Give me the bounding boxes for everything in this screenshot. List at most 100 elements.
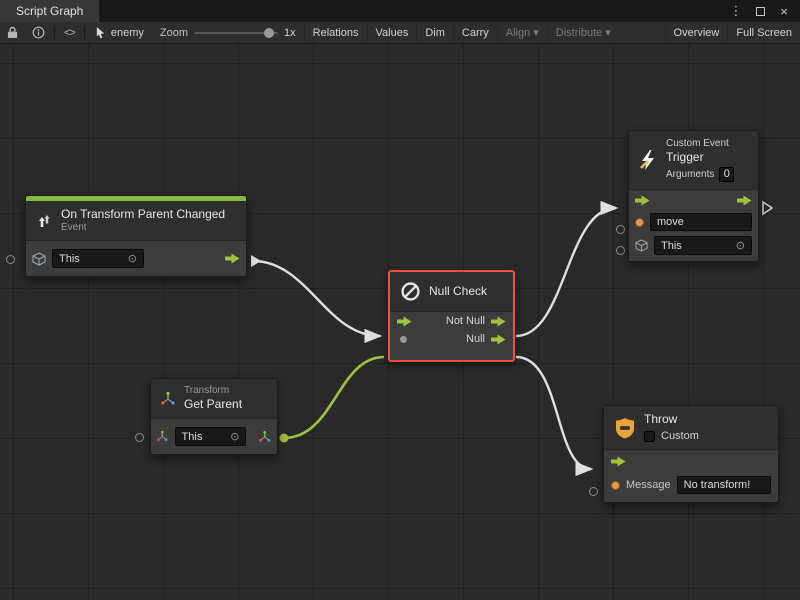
custom-checkbox[interactable] [644,431,655,442]
target-value: This [59,253,80,265]
overview-button[interactable]: Overview [665,22,728,43]
node-get-parent[interactable]: Transform Get Parent This ⊙ [150,378,278,455]
getparent-target-dropdown[interactable]: This ⊙ [175,427,247,446]
flow-input-arrow[interactable] [397,316,412,327]
flow-output-arrow[interactable] [737,195,752,206]
transform-icon [160,391,176,407]
node-category: Custom Event [666,138,734,150]
maximize-icon[interactable] [750,2,770,20]
graph-name-label: enemy [111,27,144,39]
event-target-port[interactable] [6,255,15,264]
dim-button[interactable]: Dim [416,22,453,43]
zoom-label: Zoom [160,27,188,39]
align-label: Align [506,27,530,39]
menu-icon[interactable]: ⋮ [726,2,746,20]
node-header: Custom Event Trigger Arguments 0 [629,131,758,190]
node-title: Trigger [666,150,734,165]
toolbar: <> enemy Zoom 1x Relations Values Dim Ca… [0,22,800,44]
tab-script-graph[interactable]: Script Graph [0,0,99,22]
distribute-button[interactable]: Distribute ▾ [547,22,619,43]
message-field[interactable]: No transform! [677,476,771,494]
object-picker-icon: ⊙ [736,239,745,252]
customevent-target-port[interactable] [616,246,625,255]
arguments-label: Arguments [666,169,714,181]
null-output-arrow[interactable] [491,334,506,345]
message-value: No transform! [684,479,751,491]
edit-source-icon[interactable]: <> [57,22,82,43]
node-body: This ⊙ [26,241,246,276]
name-input-port[interactable] [635,218,644,227]
node-on-transform-parent-changed[interactable]: On Transform Parent Changed Event This ⊙ [25,195,247,277]
window-controls: ⋮ × [726,0,800,22]
node-title: Get Parent [184,397,242,412]
tab-title: Script Graph [16,4,83,18]
wire-notnull-to-customevent [516,208,616,336]
carry-button[interactable]: Carry [453,22,497,43]
transform-type-icon[interactable] [156,430,169,443]
close-icon[interactable]: × [774,2,794,20]
node-body: move This ⊙ [629,190,758,261]
graph-name[interactable]: enemy [87,26,152,39]
flow-input-arrow[interactable] [611,456,626,467]
null-label: Null [466,333,485,345]
message-input-port[interactable] [611,481,620,490]
transform-output-icon[interactable] [258,430,272,444]
toolbar-separator [54,26,55,40]
node-throw[interactable]: Throw Custom Message No transform! [603,405,779,503]
customevent-name-port[interactable] [616,225,625,234]
zoom-slider[interactable] [194,32,278,34]
arguments-value[interactable]: 0 [719,167,734,182]
node-header: Null Check [390,272,513,312]
values-button[interactable]: Values [367,22,417,43]
align-button[interactable]: Align ▾ [497,22,547,43]
zoom-slider-handle[interactable] [264,28,274,38]
chevron-down-icon: ▾ [605,26,611,39]
node-null-check[interactable]: Null Check Not Null Null [388,270,515,362]
target-value: This [182,431,203,443]
event-name-value: move [657,216,684,228]
zoom-value: 1x [284,27,296,39]
relations-button[interactable]: Relations [304,22,367,43]
node-body: Message No transform! [604,450,778,502]
lock-icon[interactable] [0,22,25,43]
throw-message-port[interactable] [589,487,598,496]
node-title: Throw [644,412,699,427]
zoom-control: Zoom 1x [152,27,304,39]
node-title: Null Check [429,284,487,299]
distribute-label: Distribute [556,27,602,39]
cube-icon [635,239,648,252]
graph-canvas[interactable]: On Transform Parent Changed Event This ⊙ [0,44,800,600]
titlebar: Script Graph ⋮ × [0,0,800,22]
info-icon[interactable] [25,22,52,43]
throw-icon [614,417,636,439]
value-input-port[interactable] [400,336,407,343]
wire-green-start-dot [280,434,289,443]
node-category: Transform [184,385,242,397]
cube-icon [32,252,46,266]
customevent-target-dropdown[interactable]: This ⊙ [654,236,752,255]
event-name-field[interactable]: move [650,213,752,231]
object-picker-icon: ⊙ [230,430,239,443]
maximize-glyph [756,7,765,16]
chevron-down-icon: ▾ [533,26,539,39]
custom-label: Custom [661,430,699,443]
not-null-output-arrow[interactable] [491,316,506,327]
message-label: Message [626,479,671,491]
node-header: Transform Get Parent [151,379,277,419]
unconnected-port-triangle [763,202,772,214]
target-value: This [661,240,682,252]
flow-output-arrow[interactable] [225,253,240,264]
custom-event-icon [638,149,658,171]
event-target-dropdown[interactable]: This ⊙ [52,249,144,268]
wire-getparent-to-nullcheck [284,357,384,438]
node-header: Throw Custom [604,406,778,450]
node-custom-event[interactable]: Custom Event Trigger Arguments 0 [628,130,759,262]
node-body: Not Null Null [390,312,513,360]
transform-parent-changed-icon [35,212,53,230]
object-picker-icon: ⊙ [128,252,137,265]
flow-input-arrow[interactable] [635,195,650,206]
not-null-label: Not Null [446,315,485,327]
getparent-target-port[interactable] [135,433,144,442]
cursor-icon [95,26,106,39]
fullscreen-button[interactable]: Full Screen [727,22,800,43]
